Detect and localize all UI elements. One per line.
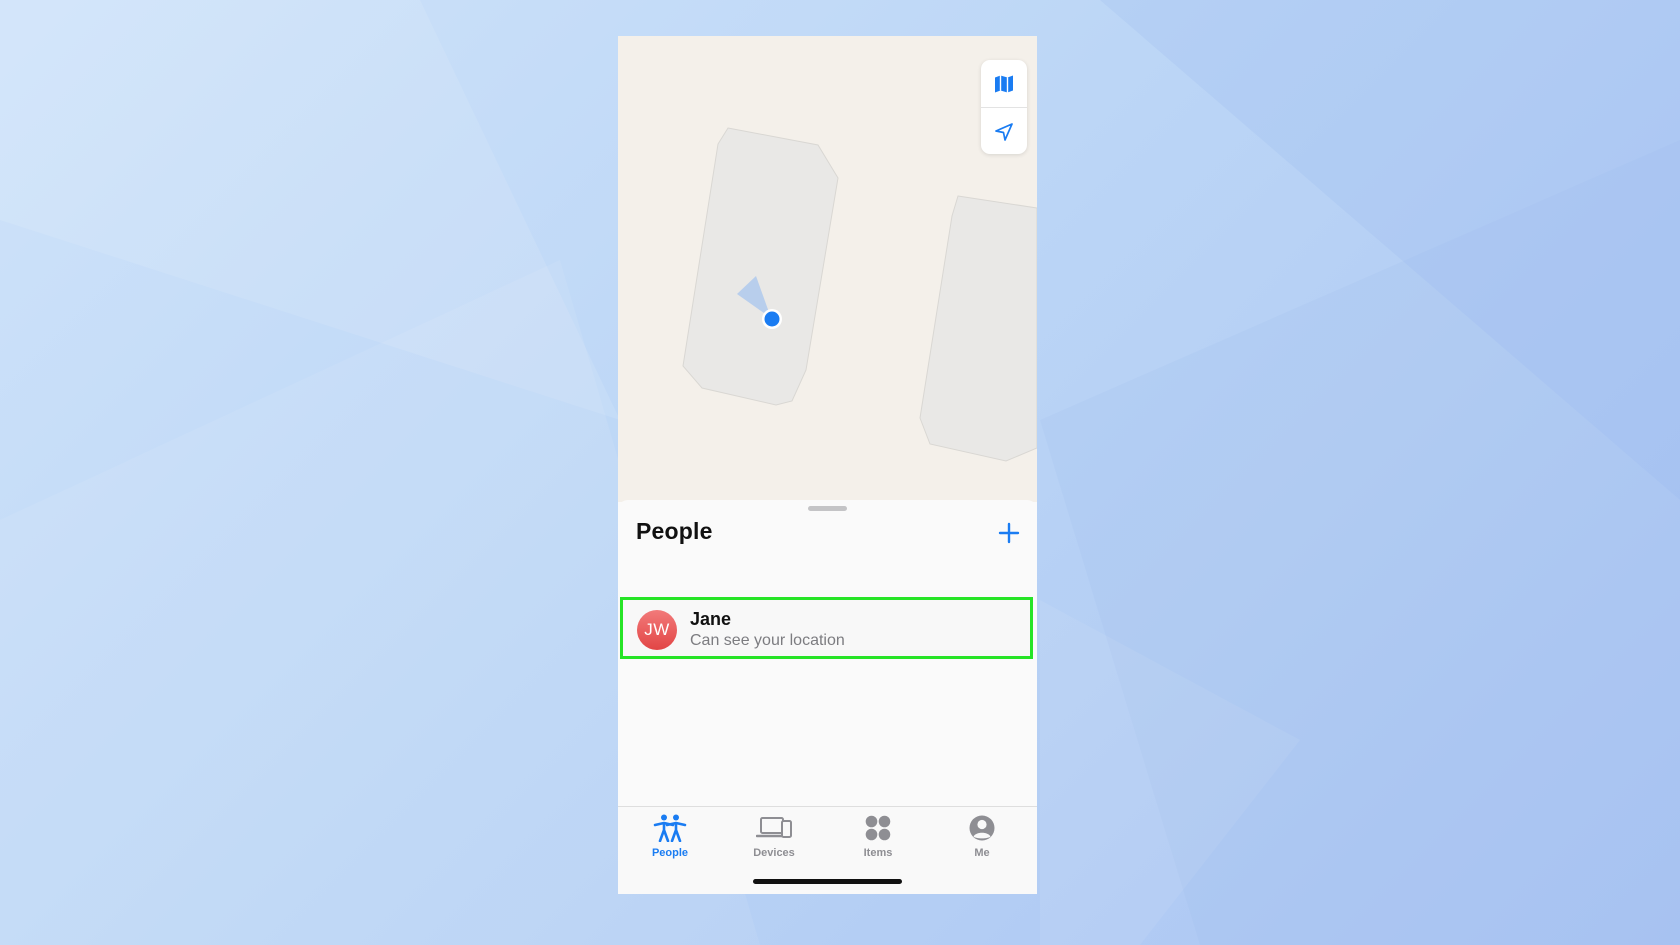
person-name: Jane (690, 609, 732, 629)
people-title: People (636, 518, 713, 544)
people-icon (653, 814, 687, 842)
tab-items[interactable]: Items (826, 807, 930, 863)
tab-me[interactable]: Me (930, 807, 1034, 863)
items-icon (865, 815, 891, 841)
me-icon (969, 815, 995, 841)
track-location-button[interactable] (981, 107, 1027, 154)
phone-screen: People JW Jane Can see your location Peo… (618, 36, 1037, 894)
person-status: Can see your location (690, 632, 845, 649)
map-icon (995, 75, 1013, 92)
map-style-button[interactable] (981, 60, 1027, 107)
location-arrow-icon (995, 122, 1013, 141)
person-row-jane[interactable]: JW Jane Can see your location (620, 597, 1033, 659)
map-canvas (682, 127, 1037, 462)
sheet-grabber[interactable] (808, 506, 847, 511)
avatar-initials: JW (644, 620, 670, 639)
tab-label: Items (863, 847, 893, 859)
current-location-core (764, 311, 780, 327)
tab-label: Devices (753, 847, 795, 859)
plus-icon (998, 522, 1020, 544)
tab-label: People (651, 847, 689, 859)
map-view[interactable] (618, 36, 1037, 502)
tab-devices[interactable]: Devices (722, 807, 826, 863)
home-indicator[interactable] (753, 879, 902, 884)
map-controls (981, 60, 1027, 154)
add-person-button[interactable] (996, 520, 1022, 546)
building-footprint (919, 195, 1037, 462)
tab-people[interactable]: People (618, 807, 722, 863)
avatar: JW (637, 610, 677, 650)
building-footprint (682, 127, 839, 406)
devices-icon (756, 817, 792, 838)
tab-label: Me (974, 847, 990, 859)
